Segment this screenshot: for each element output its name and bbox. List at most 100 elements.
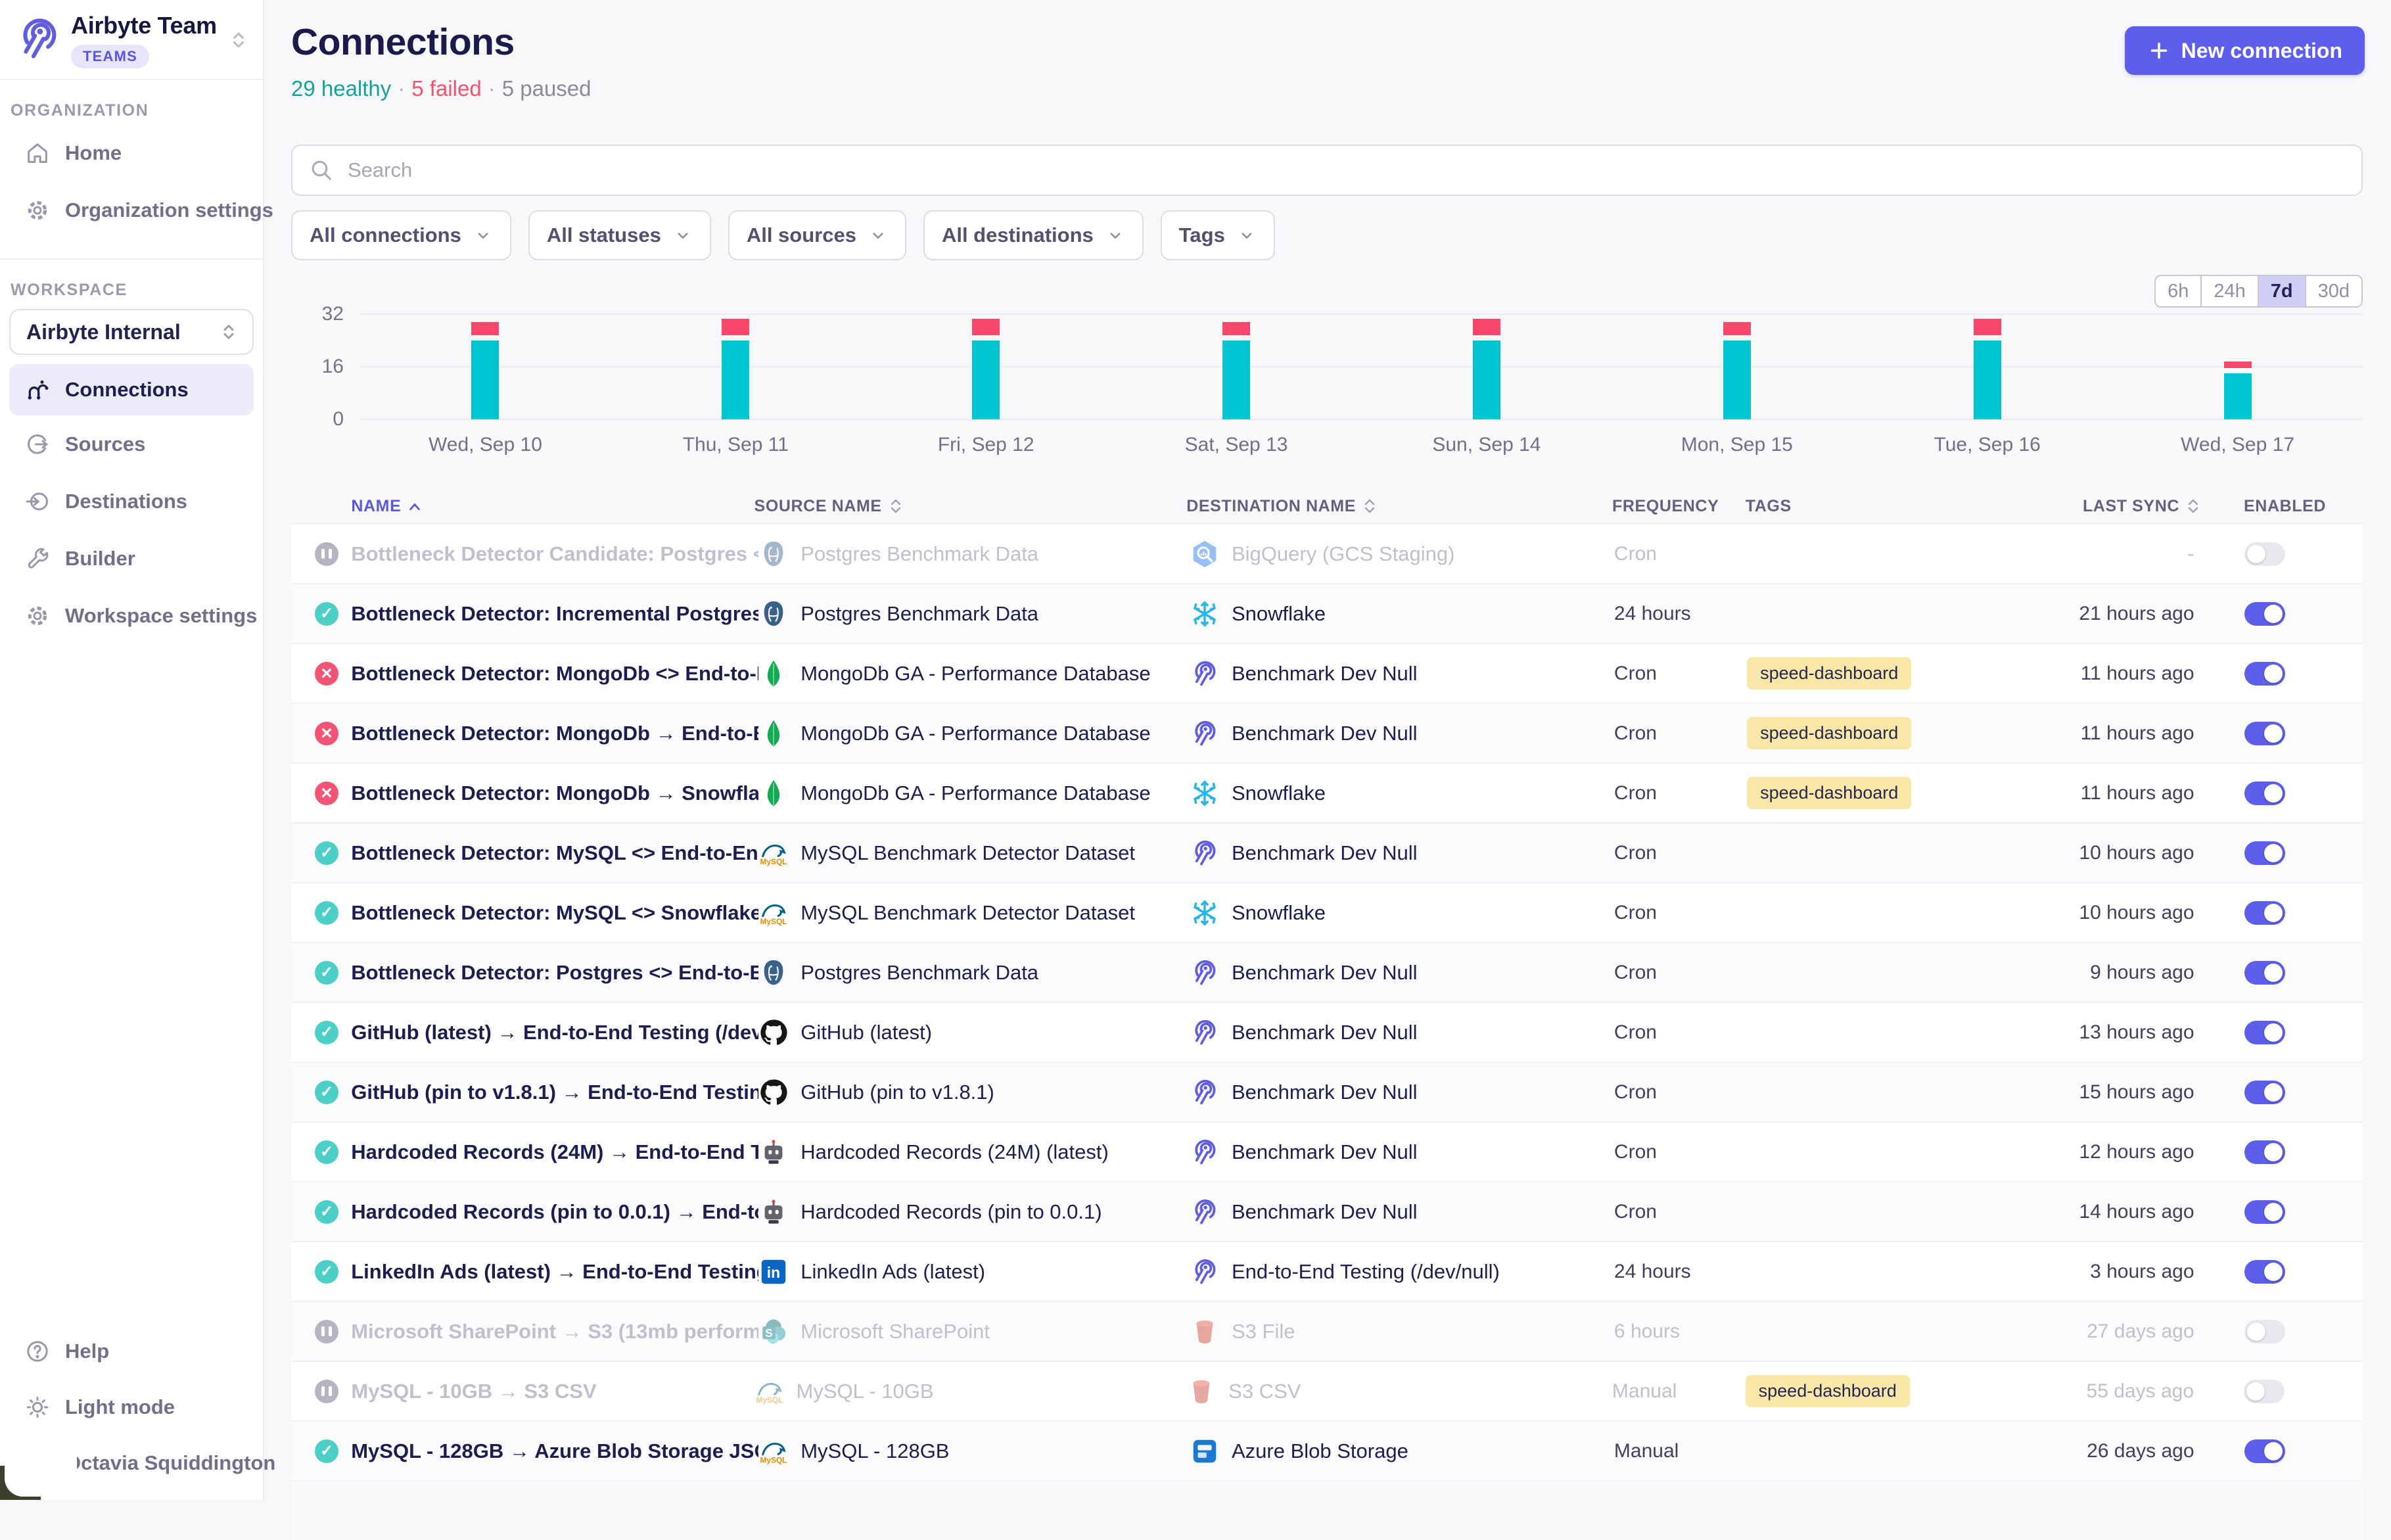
destination-name: Azure Blob Storage bbox=[1232, 1439, 1408, 1463]
sidebar-item-home[interactable]: Home bbox=[0, 124, 263, 181]
s3-icon bbox=[1186, 1376, 1217, 1407]
table-row[interactable]: ×Bottleneck Detector: MongoDb → End-to-E… bbox=[291, 703, 2363, 762]
sidebar-item-help[interactable]: Help bbox=[0, 1323, 263, 1379]
last-sync-value: 10 hours ago bbox=[2019, 902, 2200, 924]
sidebar-item-connections[interactable]: Connections bbox=[9, 364, 254, 415]
plus-icon bbox=[2147, 39, 2171, 62]
svg-text:MySQL: MySQL bbox=[756, 1395, 783, 1405]
table-row[interactable]: ×Bottleneck Detector: MongoDb <> End-to-… bbox=[291, 643, 2363, 703]
connections-table: NAME SOURCE NAME DESTINATION NAME FREQUE… bbox=[291, 489, 2363, 1540]
enabled-toggle[interactable] bbox=[2244, 961, 2285, 985]
enabled-toggle[interactable] bbox=[2244, 1439, 2285, 1463]
sidebar-item-workspace-settings[interactable]: Workspace settings bbox=[0, 587, 263, 644]
sidebar-item-light-mode[interactable]: Light mode bbox=[0, 1379, 263, 1435]
section-label-organization: ORGANIZATION bbox=[11, 101, 263, 120]
airbyte-icon bbox=[1190, 718, 1220, 749]
filter-label: All destinations bbox=[942, 223, 1094, 247]
filter-statuses[interactable]: All statuses bbox=[528, 210, 711, 260]
table-row[interactable]: Bottleneck Detector Candidate: Postgres … bbox=[291, 523, 2363, 583]
sidebar-item-sources[interactable]: Sources bbox=[0, 415, 263, 473]
enabled-toggle[interactable] bbox=[2244, 662, 2285, 686]
filter-connections[interactable]: All connections bbox=[291, 210, 511, 260]
enabled-toggle[interactable] bbox=[2244, 1140, 2285, 1164]
new-connection-label: New connection bbox=[2181, 39, 2342, 63]
chart-y-label: 32 bbox=[291, 303, 344, 325]
chart-x-label: Sat, Sep 13 bbox=[1111, 434, 1362, 457]
enabled-toggle[interactable] bbox=[2244, 542, 2285, 566]
destination-name: Snowflake bbox=[1232, 782, 1326, 805]
chart-x-label: Thu, Sep 11 bbox=[611, 434, 861, 457]
chart-x-label: Sun, Sep 14 bbox=[1362, 434, 1612, 457]
column-header-source[interactable]: SOURCE NAME bbox=[754, 496, 1187, 516]
section-label-workspace: WORKSPACE bbox=[11, 281, 263, 300]
last-sync-value: 3 hours ago bbox=[2019, 1261, 2200, 1283]
chart-bar-success bbox=[2224, 373, 2252, 419]
enabled-toggle[interactable] bbox=[2244, 782, 2285, 805]
postgres-icon bbox=[758, 539, 789, 569]
sidebar-item-label: Workspace settings bbox=[65, 604, 257, 628]
enabled-toggle[interactable] bbox=[2244, 1380, 2285, 1403]
column-header-destination[interactable]: DESTINATION NAME bbox=[1186, 496, 1612, 516]
column-header-name[interactable]: NAME bbox=[351, 497, 754, 516]
postgres-icon bbox=[758, 958, 789, 988]
sort-icon bbox=[2186, 496, 2200, 516]
chart-bar-slot bbox=[1111, 314, 1362, 419]
connection-name: LinkedIn Ads (latest) → End-to-End Testi… bbox=[351, 1260, 758, 1284]
search-bar bbox=[291, 145, 2363, 196]
table-row[interactable]: ✓Bottleneck Detector: MySQL <> End-to-En… bbox=[291, 822, 2363, 882]
table-row[interactable]: Microsoft SharePoint → S3 (13mb performa… bbox=[291, 1301, 2363, 1361]
table-row[interactable]: ✓Bottleneck Detector: MySQL <> Snowflake… bbox=[291, 882, 2363, 942]
gear-icon bbox=[24, 197, 51, 223]
table-row[interactable]: ✓Bottleneck Detector: Postgres <> End-to… bbox=[291, 942, 2363, 1002]
table-row[interactable]: ✓Hardcoded Records (24M) → End-to-End Te… bbox=[291, 1121, 2363, 1181]
timerange-24h[interactable]: 24h bbox=[2200, 276, 2257, 306]
enabled-toggle[interactable] bbox=[2244, 722, 2285, 745]
workspace-selector[interactable]: Airbyte Internal bbox=[9, 309, 254, 355]
search-input[interactable] bbox=[348, 158, 2346, 182]
enabled-toggle[interactable] bbox=[2244, 602, 2285, 626]
table-row[interactable]: ✓Bottleneck Detector: Incremental Postgr… bbox=[291, 583, 2363, 643]
connection-name: Bottleneck Detector: Incremental Postgre… bbox=[351, 602, 758, 626]
table-row[interactable]: ✓LinkedIn Ads (latest) → End-to-End Test… bbox=[291, 1241, 2363, 1301]
sidebar-item-label: Help bbox=[65, 1340, 109, 1363]
gear-icon bbox=[24, 603, 51, 629]
enabled-toggle[interactable] bbox=[2244, 1260, 2285, 1284]
timerange-6h[interactable]: 6h bbox=[2156, 276, 2200, 306]
destination-name: S3 CSV bbox=[1228, 1380, 1301, 1403]
new-connection-button[interactable]: New connection bbox=[2125, 26, 2365, 75]
sidebar-item-destinations[interactable]: Destinations bbox=[0, 473, 263, 530]
enabled-toggle[interactable] bbox=[2244, 1200, 2285, 1224]
timerange-30d[interactable]: 30d bbox=[2305, 276, 2361, 306]
enabled-toggle[interactable] bbox=[2244, 841, 2285, 865]
wrench-icon bbox=[24, 546, 51, 572]
enabled-toggle[interactable] bbox=[2244, 1320, 2285, 1343]
enabled-toggle[interactable] bbox=[2244, 1081, 2285, 1104]
filter-destinations[interactable]: All destinations bbox=[923, 210, 1144, 260]
table-row[interactable]: MySQL - 10GB → S3 CSVMySQLMySQL - 10GBS3… bbox=[291, 1361, 2363, 1420]
connection-name: Bottleneck Detector Candidate: Postgres … bbox=[351, 542, 758, 566]
table-row[interactable]: ✓GitHub (pin to v1.8.1) → End-to-End Tes… bbox=[291, 1062, 2363, 1121]
column-header-last-sync[interactable]: LAST SYNC bbox=[2018, 496, 2200, 516]
status-success-icon: ✓ bbox=[315, 1021, 338, 1044]
table-row[interactable]: ×Bottleneck Detector: MongoDb → Snowflak… bbox=[291, 762, 2363, 822]
table-row[interactable]: ✓MySQL - 128GB → Azure Blob Storage JSOn… bbox=[291, 1420, 2363, 1480]
chart-bar-slot bbox=[611, 314, 861, 419]
table-row[interactable]: ✓Hardcoded Records (pin to 0.0.1) → End-… bbox=[291, 1181, 2363, 1241]
airbyte-app: Airbyte Team TEAMS ORGANIZATION Home Org… bbox=[0, 0, 2391, 1500]
filter-sources[interactable]: All sources bbox=[728, 210, 906, 260]
chevron-updown-icon bbox=[227, 29, 250, 51]
frequency-value: Cron bbox=[1614, 663, 1747, 685]
table-row[interactable]: ✓GitHub (latest) → End-to-End Testing (/… bbox=[291, 1002, 2363, 1062]
source-name: MongoDb GA - Performance Database bbox=[801, 782, 1150, 805]
sidebar-item-organization-settings[interactable]: Organization settings bbox=[0, 181, 263, 239]
connections-status-summary: 29 healthy·5 failed·5 paused bbox=[291, 76, 2363, 103]
enabled-toggle[interactable] bbox=[2244, 901, 2285, 925]
sidebar-item-builder[interactable]: Builder bbox=[0, 530, 263, 587]
status-success-icon: ✓ bbox=[315, 1439, 338, 1463]
enabled-toggle[interactable] bbox=[2244, 1021, 2285, 1044]
source-name: Postgres Benchmark Data bbox=[801, 602, 1038, 626]
filter-tags[interactable]: Tags bbox=[1161, 210, 1275, 260]
sort-icon bbox=[889, 496, 903, 516]
org-switcher[interactable]: Airbyte Team TEAMS bbox=[0, 0, 263, 80]
timerange-7d[interactable]: 7d bbox=[2258, 276, 2305, 306]
